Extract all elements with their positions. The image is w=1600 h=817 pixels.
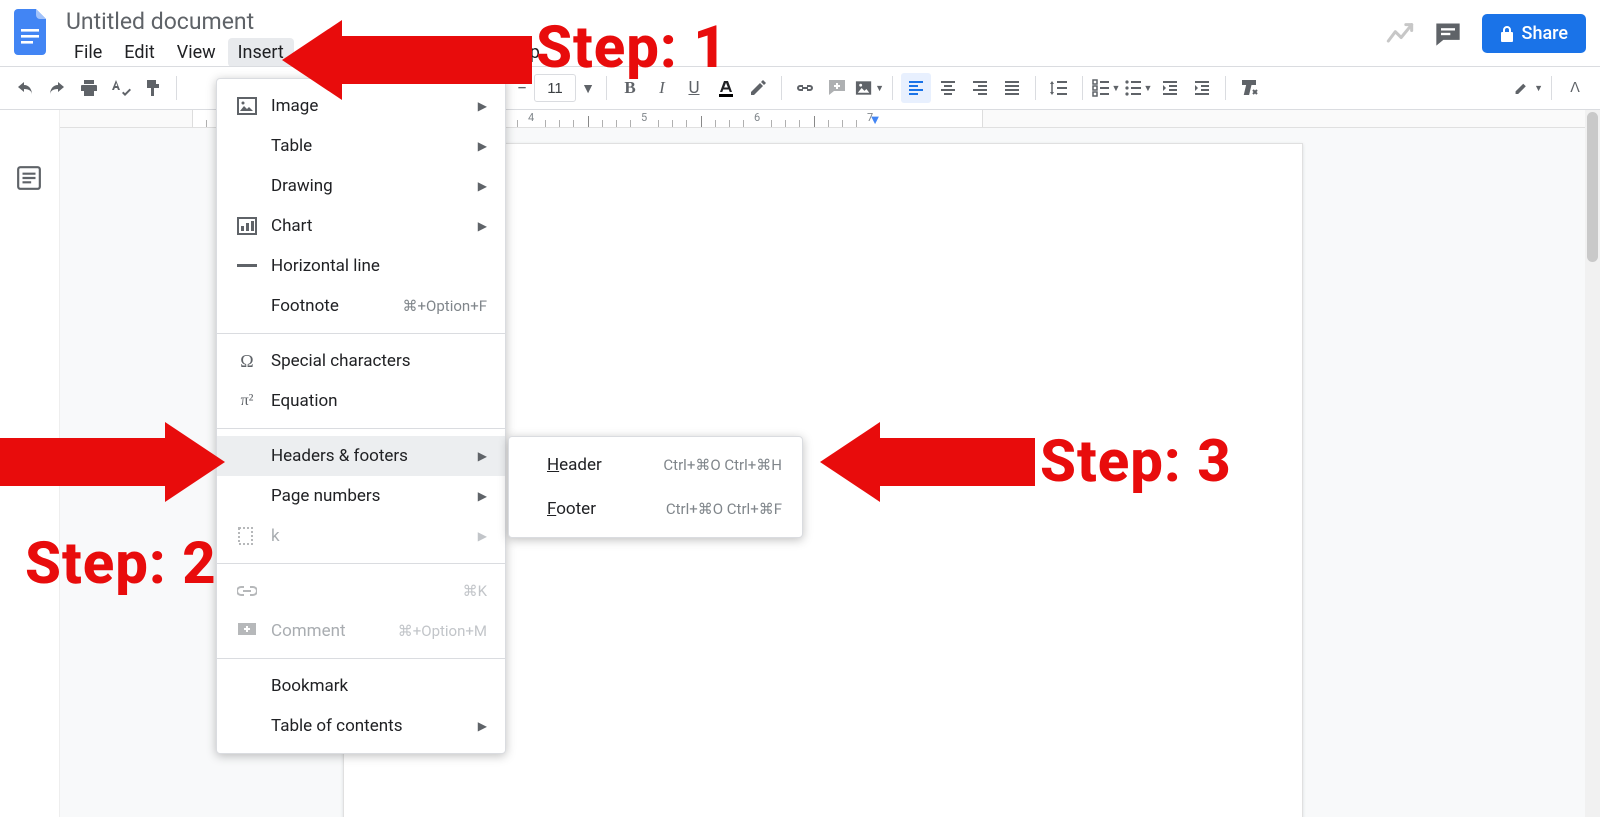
separator [781, 76, 782, 100]
insert-toc[interactable]: Table of contents ▶ [217, 706, 505, 746]
insert-equation[interactable]: π² Equation [217, 381, 505, 421]
annotation-label-step1: Step: 1 [536, 14, 728, 82]
link-icon [233, 584, 261, 598]
share-label: Share [1522, 23, 1568, 44]
submenu-arrow-icon: ▶ [478, 219, 487, 233]
image-icon [233, 97, 261, 115]
submenu-arrow-icon: ▶ [478, 719, 487, 733]
menu-divider [217, 563, 505, 564]
menu-divider [217, 658, 505, 659]
vertical-scrollbar[interactable] [1585, 110, 1600, 817]
undo-button[interactable] [10, 73, 40, 103]
annotation-arrow-step1 [282, 20, 532, 100]
align-right-button[interactable] [965, 73, 995, 103]
submenu-arrow-icon: ▶ [478, 529, 487, 543]
pi-icon: π² [233, 392, 261, 410]
submenu-footer[interactable]: Footer Ctrl+⌘O Ctrl+⌘F [509, 487, 802, 531]
editing-mode-button[interactable]: ▼ [1513, 73, 1543, 103]
header-right: Share [1386, 14, 1590, 53]
align-left-button[interactable] [901, 73, 931, 103]
annotation-label-step3: Step: 3 [1040, 428, 1232, 496]
insert-break[interactable]: k ▶ [217, 516, 505, 556]
highlight-button[interactable] [743, 73, 773, 103]
checklist-button[interactable]: ▼ [1091, 73, 1121, 103]
insert-drawing[interactable]: Drawing ▶ [217, 166, 505, 206]
break-icon [233, 526, 261, 546]
outline-icon[interactable] [16, 165, 44, 193]
submenu-arrow-icon: ▶ [478, 139, 487, 153]
menu-view[interactable]: View [167, 38, 226, 67]
insert-horizontal-line[interactable]: Horizontal line [217, 246, 505, 286]
annotation-arrow-step2 [0, 422, 225, 502]
clear-formatting-button[interactable] [1234, 73, 1264, 103]
collapse-toolbar-button[interactable]: ᐱ [1560, 73, 1590, 103]
chart-icon [233, 217, 261, 235]
lock-icon [1500, 26, 1514, 42]
annotation-arrow-step3 [820, 422, 1035, 502]
line-spacing-button[interactable] [1044, 73, 1074, 103]
insert-table[interactable]: Table ▶ [217, 126, 505, 166]
scroll-thumb[interactable] [1587, 112, 1598, 262]
hline-icon [233, 264, 261, 268]
paint-format-button[interactable] [138, 73, 168, 103]
comment-add-icon [233, 622, 261, 640]
submenu-arrow-icon: ▶ [478, 449, 487, 463]
docs-logo[interactable] [10, 10, 54, 54]
insert-bookmark[interactable]: Bookmark [217, 666, 505, 706]
bullet-list-button[interactable]: ▼ [1123, 73, 1153, 103]
menu-edit[interactable]: Edit [114, 38, 164, 67]
increase-indent-button[interactable] [1187, 73, 1217, 103]
insert-image-button[interactable]: ▼ [854, 73, 884, 103]
align-center-button[interactable] [933, 73, 963, 103]
insert-footnote[interactable]: Footnote ⌘+Option+F [217, 286, 505, 326]
add-comment-button[interactable] [822, 73, 852, 103]
align-justify-button[interactable] [997, 73, 1027, 103]
insert-special-characters[interactable]: Ω Special characters [217, 341, 505, 381]
app-root: Untitled document File Edit View Insert … [0, 0, 1600, 817]
comments-icon[interactable] [1434, 21, 1462, 47]
activity-icon[interactable] [1386, 22, 1414, 46]
redo-button[interactable] [42, 73, 72, 103]
submenu-arrow-icon: ▶ [478, 99, 487, 113]
menu-divider [217, 333, 505, 334]
insert-chart[interactable]: Chart ▶ [217, 206, 505, 246]
separator [1082, 76, 1083, 100]
app-header: Untitled document File Edit View Insert … [0, 0, 1600, 66]
insert-link-button[interactable] [790, 73, 820, 103]
insert-page-numbers[interactable]: Page numbers ▶ [217, 476, 505, 516]
headers-footers-submenu: Header Ctrl+⌘O Ctrl+⌘H Footer Ctrl+⌘O Ct… [508, 436, 803, 538]
separator [1551, 76, 1552, 100]
menu-divider [217, 428, 505, 429]
annotation-label-step2: Step: 2 [25, 530, 217, 598]
submenu-arrow-icon: ▶ [478, 489, 487, 503]
submenu-arrow-icon: ▶ [478, 179, 487, 193]
print-button[interactable] [74, 73, 104, 103]
menu-file[interactable]: File [64, 38, 112, 67]
insert-comment-menu[interactable]: Comment ⌘+Option+M [217, 611, 505, 651]
separator [176, 76, 177, 100]
insert-link-menu[interactable]: ⌘K [217, 571, 505, 611]
decrease-indent-button[interactable] [1155, 73, 1185, 103]
spellcheck-button[interactable] [106, 73, 136, 103]
submenu-header[interactable]: Header Ctrl+⌘O Ctrl+⌘H [509, 443, 802, 487]
separator [1225, 76, 1226, 100]
insert-menu: Image ▶ Table ▶ Drawing ▶ Chart ▶ Horizo… [216, 78, 506, 754]
separator [892, 76, 893, 100]
insert-headers-footers[interactable]: Headers & footers ▶ [217, 436, 505, 476]
separator [1035, 76, 1036, 100]
omega-icon: Ω [233, 351, 261, 372]
share-button[interactable]: Share [1482, 14, 1586, 53]
